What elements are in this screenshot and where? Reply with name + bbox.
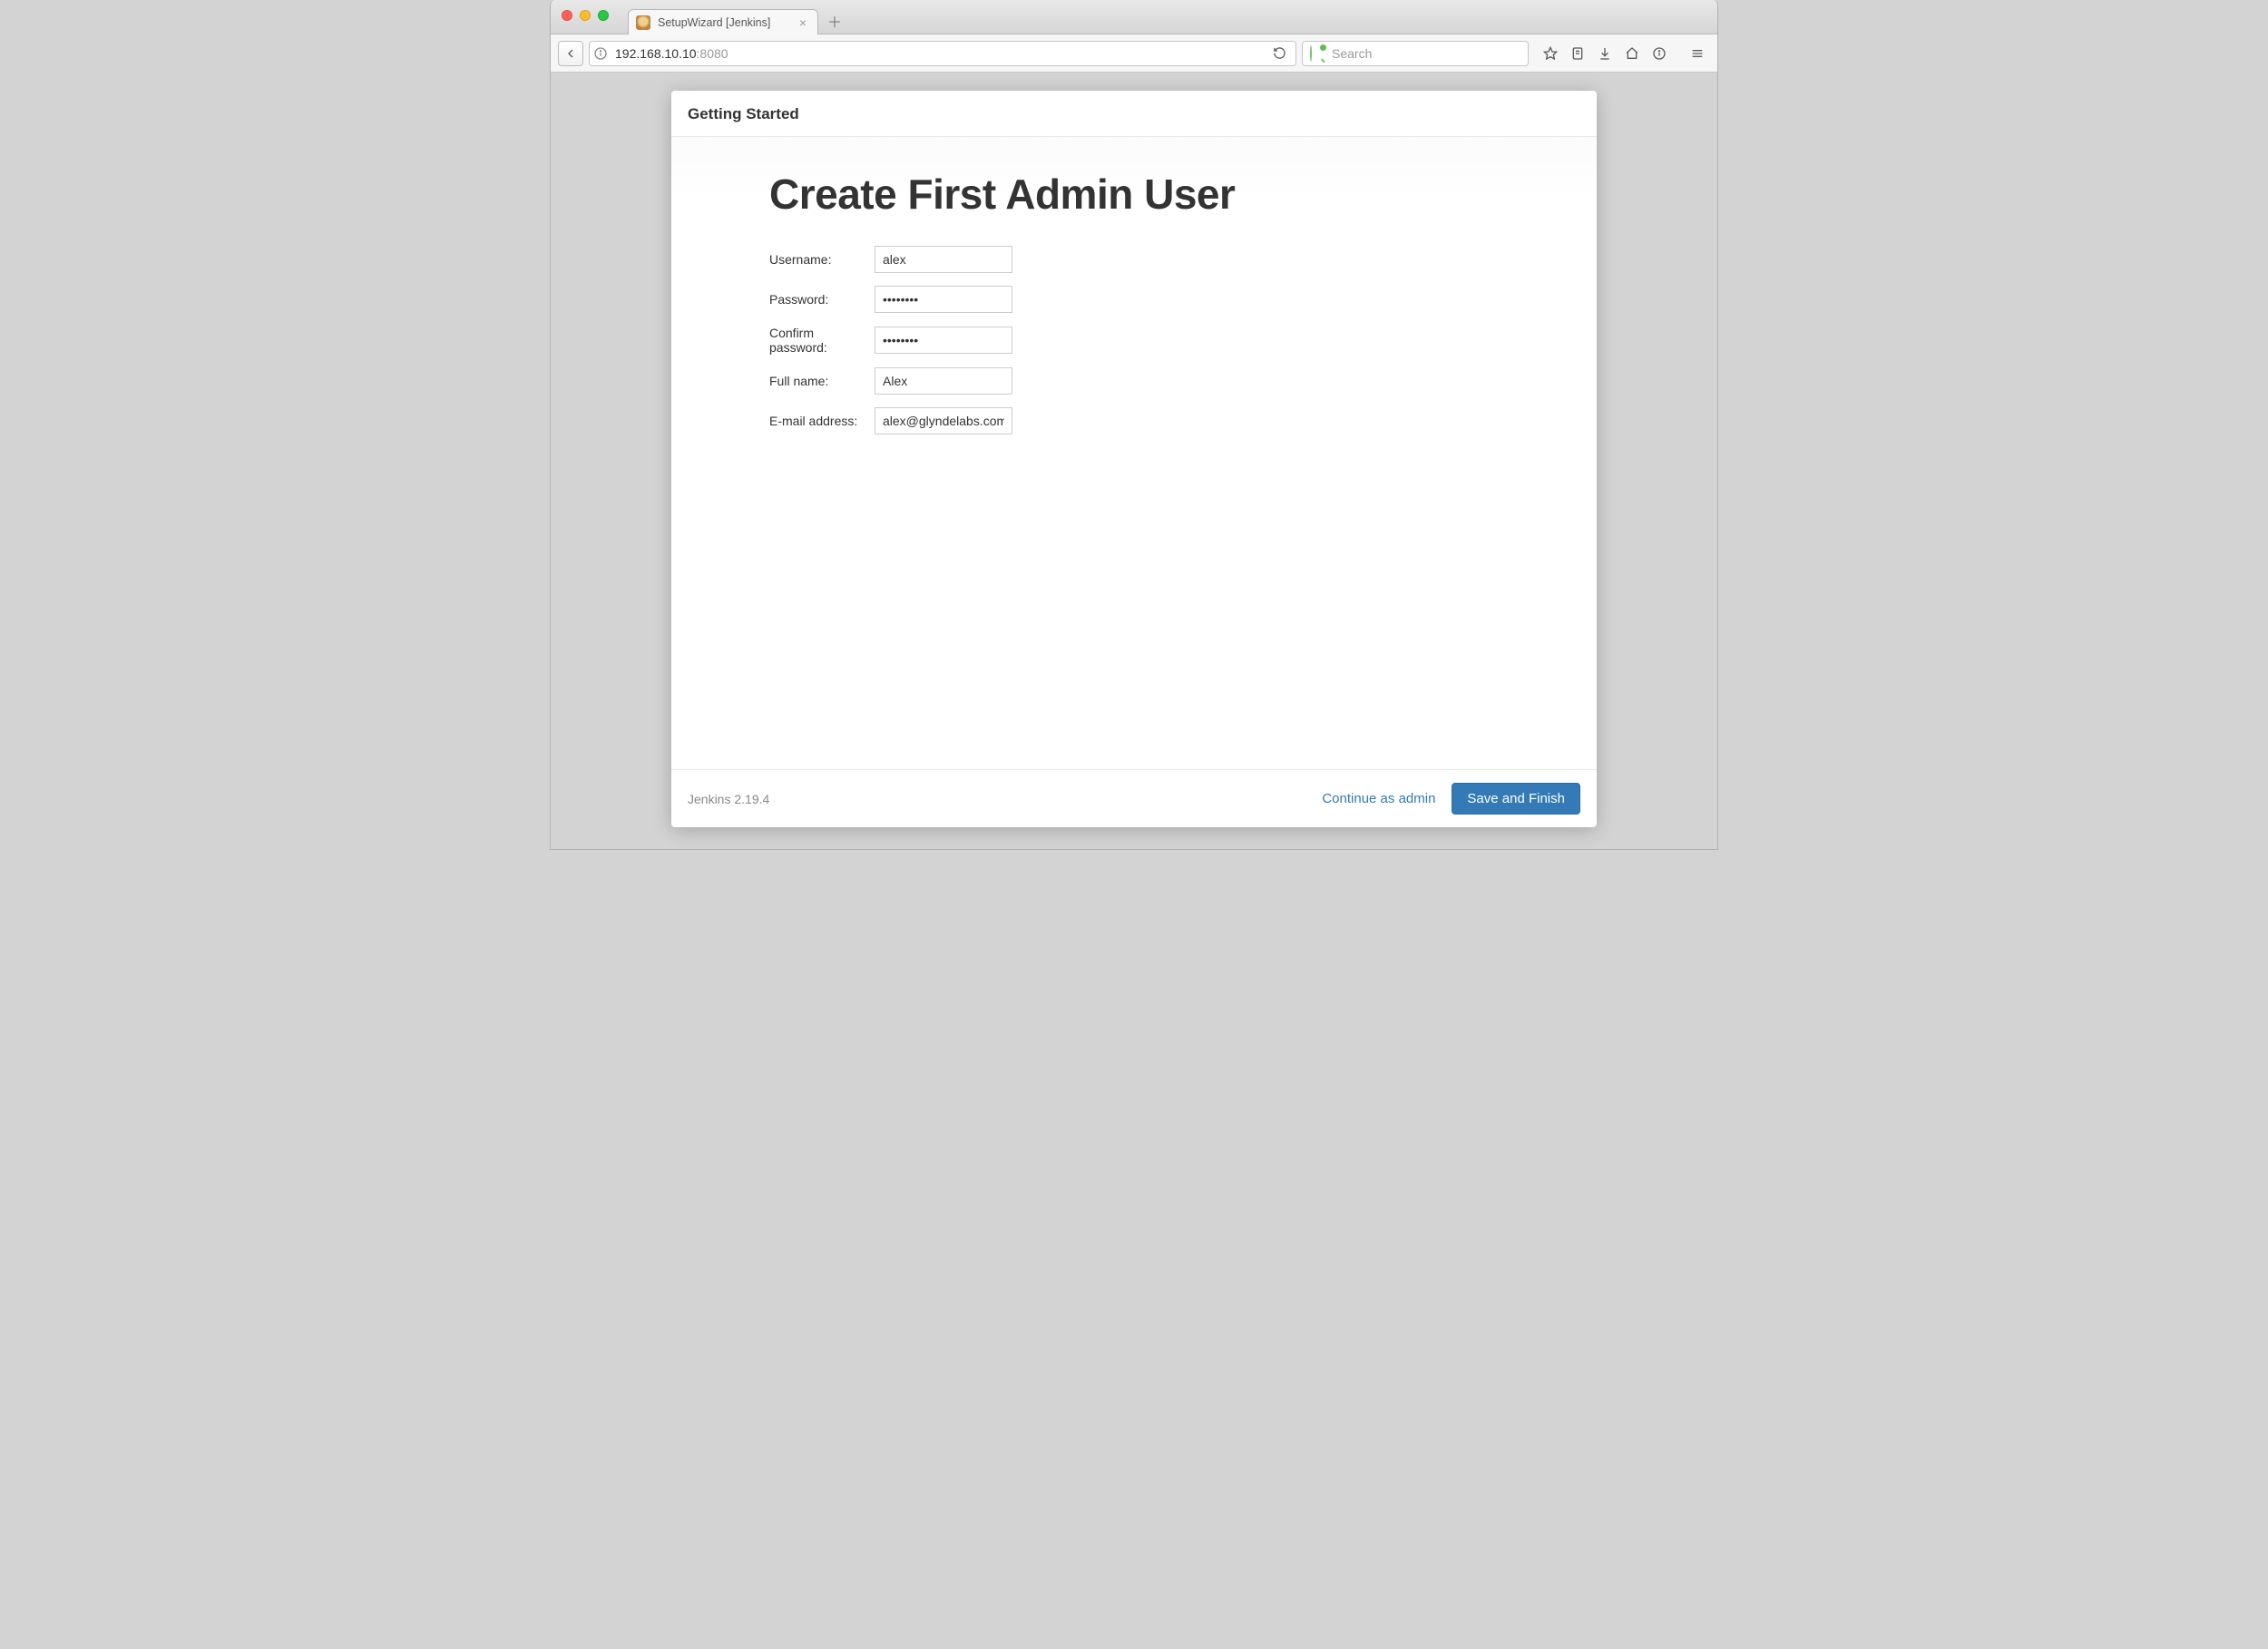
reading-list-button[interactable] (1565, 41, 1590, 66)
username-input[interactable] (875, 246, 1012, 273)
browser-tab[interactable]: SetupWizard [Jenkins] × (628, 9, 818, 34)
window-minimize-button[interactable] (580, 10, 591, 21)
window-close-button[interactable] (562, 10, 572, 21)
confirm-password-label: Confirm password: (769, 326, 875, 355)
address-bar[interactable]: 192.168.10.10:8080 (589, 41, 1296, 66)
setup-wizard-modal: Getting Started Create First Admin User … (671, 91, 1597, 827)
site-info-icon[interactable] (593, 46, 608, 61)
info-button[interactable] (1647, 41, 1672, 66)
tab-close-button[interactable]: × (797, 15, 808, 30)
bookmark-star-button[interactable] (1538, 41, 1563, 66)
username-label: Username: (769, 252, 875, 267)
jenkins-favicon-icon (636, 15, 650, 30)
full-name-label: Full name: (769, 374, 875, 388)
back-button[interactable] (558, 41, 583, 66)
email-input[interactable] (875, 407, 1012, 434)
new-tab-button[interactable]: ＋ (822, 10, 847, 32)
search-bar[interactable]: Search (1302, 41, 1529, 66)
reload-button[interactable] (1269, 46, 1290, 60)
password-label: Password: (769, 292, 875, 307)
password-input[interactable] (875, 286, 1012, 313)
save-and-finish-button[interactable]: Save and Finish (1452, 783, 1580, 815)
hamburger-menu-button[interactable] (1685, 41, 1710, 66)
search-placeholder: Search (1332, 46, 1520, 61)
email-label: E-mail address: (769, 414, 875, 428)
continue-as-admin-link[interactable]: Continue as admin (1322, 791, 1435, 806)
tab-title: SetupWizard [Jenkins] (658, 16, 790, 29)
url-port: :8080 (697, 46, 728, 61)
page-title: Create First Admin User (769, 170, 1580, 219)
url-text: 192.168.10.10:8080 (613, 46, 1264, 61)
search-icon (1310, 46, 1325, 61)
full-name-input[interactable] (875, 367, 1012, 395)
url-host: 192.168.10.10 (615, 46, 697, 61)
modal-header-title: Getting Started (688, 105, 1580, 123)
home-button[interactable] (1619, 41, 1645, 66)
jenkins-version-text: Jenkins 2.19.4 (688, 792, 769, 806)
downloads-button[interactable] (1592, 41, 1618, 66)
window-zoom-button[interactable] (598, 10, 609, 21)
confirm-password-input[interactable] (875, 327, 1012, 354)
